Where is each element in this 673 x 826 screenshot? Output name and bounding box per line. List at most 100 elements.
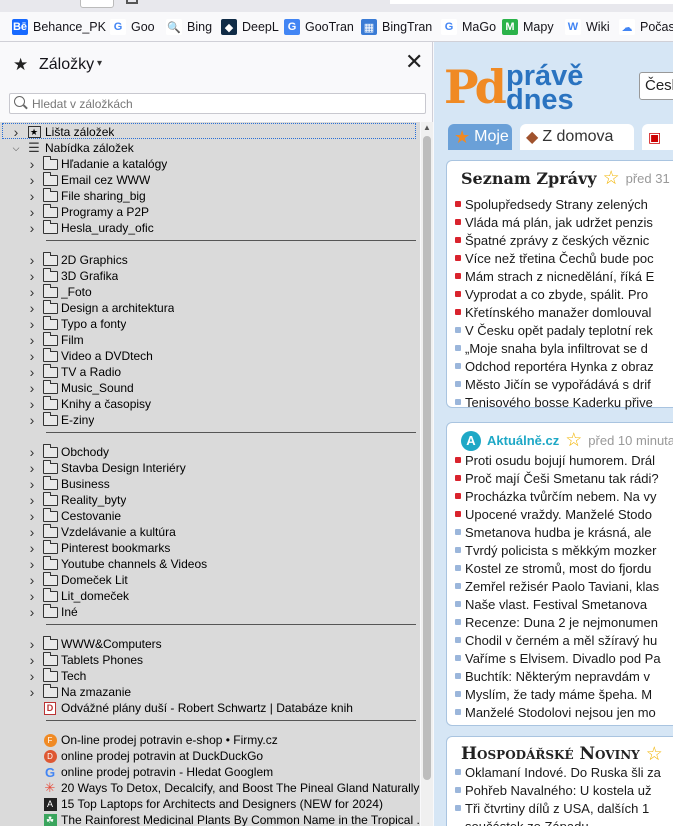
news-item-link[interactable]: Proč mají Češi Smetanu tak rádi? [455, 469, 659, 487]
scrollbar[interactable]: ▲ [421, 122, 433, 826]
collapsed-twisty-icon[interactable]: › [26, 284, 38, 300]
toolbar-bookmark[interactable]: G MaGo [441, 18, 496, 36]
tab-moje[interactable]: ★ Moje [448, 124, 512, 150]
toolbar-bookmark[interactable]: 🔍 Bing [166, 18, 212, 36]
collapsed-twisty-icon[interactable]: › [26, 588, 38, 604]
sidebar-title[interactable]: Záložky [39, 56, 94, 74]
collapsed-twisty-icon[interactable]: › [10, 124, 22, 140]
folder-item[interactable]: › WWW&Computers [26, 635, 162, 652]
box-title[interactable]: Hospodářské Noviny [461, 744, 640, 764]
folder-item[interactable]: › Vzdelávanie a kultúra [26, 523, 176, 540]
news-item-link[interactable]: Procházka tvůrčím nebem. Na vy [455, 487, 656, 505]
news-item-link[interactable]: Vláda má plán, jak udržet penzis [455, 213, 653, 231]
folder-item[interactable]: › Obchody [26, 443, 109, 460]
toolbar-bookmark[interactable]: W Wiki [565, 18, 610, 36]
news-item-link[interactable]: Tvrdý policista s měkkým mozker [455, 541, 656, 559]
folder-item[interactable]: › Iné [26, 603, 78, 620]
collapsed-twisty-icon[interactable]: › [26, 300, 38, 316]
news-item-link[interactable]: Spolupředsedy Strany zelených [455, 195, 648, 213]
news-item-link[interactable]: Pohřeb Navalného: U kostela už [455, 781, 651, 799]
folder-item[interactable]: › Business [26, 475, 110, 492]
news-item-link[interactable]: Tenisového bosse Kaderku přive [455, 393, 653, 411]
collapsed-twisty-icon[interactable]: › [26, 636, 38, 652]
collapsed-twisty-icon[interactable]: › [26, 492, 38, 508]
star-icon[interactable]: ☆ [603, 167, 620, 189]
toolbar-bookmark[interactable]: ▦ BingTran [361, 18, 432, 36]
collapsed-twisty-icon[interactable]: › [26, 188, 38, 204]
collapsed-twisty-icon[interactable]: › [26, 460, 38, 476]
news-item-link[interactable]: Více než třetina Čechů bude poc [455, 249, 654, 267]
collapsed-twisty-icon[interactable]: › [26, 604, 38, 620]
news-item-link[interactable]: „Moje snaha byla infiltrovat se d [455, 339, 648, 357]
bookmark-item[interactable]: ☘ The Rainforest Medicinal Plants By Comm… [26, 812, 420, 826]
close-icon[interactable]: ✕ [405, 51, 423, 73]
scrollbar-thumb[interactable] [423, 136, 431, 780]
site-logo-mark[interactable]: Pd [444, 62, 507, 112]
chevron-down-icon[interactable]: ▾ [97, 58, 102, 69]
tree-item-bookmarks-toolbar[interactable]: › ★ Lišta záložek [10, 124, 115, 140]
collapsed-twisty-icon[interactable]: › [26, 380, 38, 396]
toolbar-bookmark[interactable]: G GooTran [284, 18, 354, 36]
bookmark-item[interactable]: F On-line prodej potravin e-shop • Firmy.… [26, 732, 278, 748]
collapsed-twisty-icon[interactable]: › [26, 156, 38, 172]
collapsed-twisty-icon[interactable]: › [26, 332, 38, 348]
folder-item[interactable]: › Typo a fonty [26, 315, 126, 332]
folder-item[interactable]: › Video a DVDtech [26, 347, 153, 364]
news-item-link[interactable]: Křetínského manažer domlouval [455, 303, 651, 321]
collapsed-twisty-icon[interactable]: › [26, 220, 38, 236]
folder-item[interactable]: › Music_Sound [26, 379, 134, 396]
collapsed-twisty-icon[interactable]: › [26, 364, 38, 380]
expanded-twisty-icon[interactable]: ⌵ [10, 143, 22, 154]
collapsed-twisty-icon[interactable]: › [26, 412, 38, 428]
folder-item[interactable]: › Programy a P2P [26, 203, 149, 220]
folder-item[interactable]: › Film [26, 331, 84, 348]
collapsed-twisty-icon[interactable]: › [26, 684, 38, 700]
news-item-link[interactable]: Špatné zprávy z českých věznic [455, 231, 649, 249]
scroll-up-icon[interactable]: ▲ [423, 123, 431, 132]
toolbar-bookmark[interactable]: ◆ DeepL [221, 18, 279, 36]
star-icon[interactable]: ☆ [565, 429, 582, 452]
folder-item[interactable]: › Hesla_urady_ofic [26, 219, 154, 236]
news-item-link[interactable]: Oklamaní Indové. Do Ruska šli za [455, 763, 661, 781]
collapsed-twisty-icon[interactable]: › [26, 316, 38, 332]
search-input[interactable] [32, 95, 422, 112]
news-item-link[interactable]: Naše vlast. Festival Smetanova [455, 595, 647, 613]
toolbar-bookmark[interactable]: G Goo [110, 18, 155, 36]
folder-item[interactable]: › _Foto [26, 283, 92, 300]
address-bar[interactable] [390, 0, 673, 4]
bookmark-item[interactable]: D Odvážné plány duší - Robert Schwartz | … [26, 700, 353, 716]
collapsed-twisty-icon[interactable]: › [26, 268, 38, 284]
news-item-link[interactable]: Chodil v černém a měl sžíravý hu [455, 631, 657, 649]
news-item-link[interactable]: Proti osudu bojují humorem. Drál [455, 451, 655, 469]
folder-item[interactable]: › Pinterest bookmarks [26, 539, 170, 556]
folder-item[interactable]: › TV a Radio [26, 363, 121, 380]
collapsed-twisty-icon[interactable]: › [26, 556, 38, 572]
folder-item[interactable]: › Knihy a časopisy [26, 395, 151, 412]
news-item-link[interactable]: součástek ze Západu [455, 817, 589, 826]
folder-item[interactable]: › Email cez WWW [26, 171, 150, 188]
collapsed-twisty-icon[interactable]: › [26, 540, 38, 556]
collapsed-twisty-icon[interactable]: › [26, 348, 38, 364]
collapsed-twisty-icon[interactable]: › [26, 396, 38, 412]
folder-item[interactable]: › 2D Graphics [26, 251, 128, 268]
folder-item[interactable]: › Stavba Design Interiéry [26, 459, 186, 476]
news-item-link[interactable]: Kostel ze stromů, most do fjordu [455, 559, 651, 577]
news-item-link[interactable]: Smetanova hudba je krásná, ale [455, 523, 651, 541]
toolbar-bookmark[interactable]: M Mapy [502, 18, 554, 36]
toolbar-bookmark[interactable]: Bē Behance_PK [12, 18, 106, 36]
bookmark-item[interactable]: Gonline prodej potravin - Hledat Googlem [26, 764, 273, 780]
toolbar-bookmark[interactable]: ☁ Počasí [619, 18, 673, 36]
tab-z-domova[interactable]: ◆ Z domova [520, 124, 634, 150]
tab[interactable] [80, 0, 114, 8]
folder-item[interactable]: › File sharing_big [26, 187, 146, 204]
bookmark-item[interactable]: Donline prodej potravin at DuckDuckGo [26, 748, 263, 764]
collapsed-twisty-icon[interactable]: › [26, 652, 38, 668]
search-box[interactable] [9, 93, 426, 114]
box-title[interactable]: Seznam Zprávy [461, 169, 597, 188]
news-item-link[interactable]: Zemřel režisér Paolo Taviani, klas [455, 577, 659, 595]
news-item-link[interactable]: Vyprodat a co zbyde, spálit. Pro [455, 285, 648, 303]
folder-item[interactable]: › Hľadanie a katalógy [26, 155, 167, 172]
collapsed-twisty-icon[interactable]: › [26, 204, 38, 220]
collapsed-twisty-icon[interactable]: › [26, 668, 38, 684]
news-item-link[interactable]: Město Jičín se vypořádává s drif [455, 375, 651, 393]
